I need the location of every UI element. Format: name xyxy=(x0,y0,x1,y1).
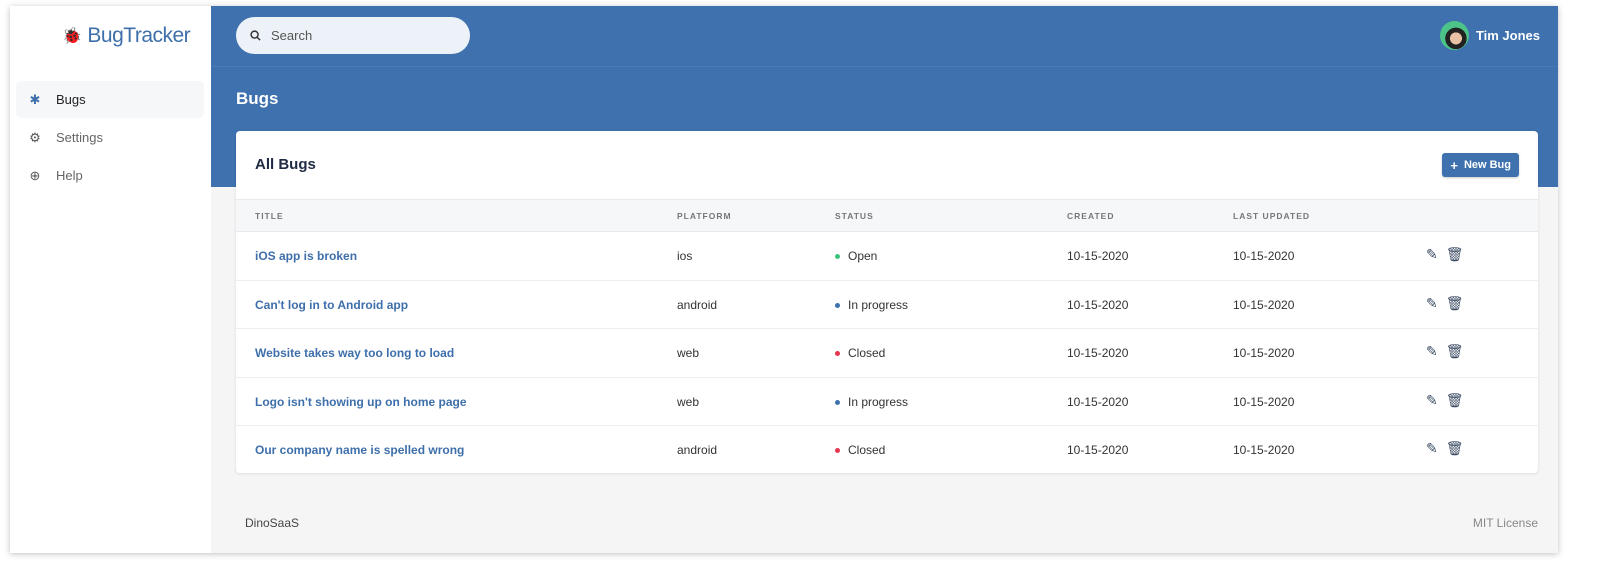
bug-title-link[interactable]: Our company name is spelled wrong xyxy=(255,443,464,457)
lifebuoy-icon: ⊕ xyxy=(29,167,41,183)
edit-icon[interactable]: ✎ xyxy=(1426,246,1438,263)
platform-cell: android xyxy=(677,443,718,457)
trash-icon[interactable]: 🗑 xyxy=(1446,440,1464,457)
bugs-card: All Bugs + New Bug TITLE PLATFORM STATUS … xyxy=(236,131,1538,473)
bug-title-link[interactable]: Logo isn't showing up on home page xyxy=(255,395,467,409)
bug-title-link[interactable]: iOS app is broken xyxy=(255,249,357,263)
edit-icon[interactable]: ✎ xyxy=(1426,343,1438,360)
platform-cell: web xyxy=(677,346,700,360)
trash-icon[interactable]: 🗑 xyxy=(1446,295,1464,312)
status-dot xyxy=(835,302,840,308)
logo[interactable]: 🐞 BugTracker xyxy=(62,24,191,48)
sidebar-item-bugs[interactable]: ✱ Bugs xyxy=(16,81,204,118)
app-window: 🐞 BugTracker ✱ Bugs ⚙ Settings ⊕ Help Searc… xyxy=(10,6,1558,553)
trash-icon[interactable]: 🗑 xyxy=(1446,343,1464,360)
created-cell: 10-15-2020 xyxy=(1067,346,1129,360)
created-cell: 10-15-2020 xyxy=(1067,443,1129,457)
table-header: TITLE PLATFORM STATUS CREATED LAST UPDAT… xyxy=(236,199,1538,232)
platform-cell: android xyxy=(677,297,718,312)
sidebar: 🐞 BugTracker ✱ Bugs ⚙ Settings ⊕ Help xyxy=(10,6,211,553)
status-cell: In progress xyxy=(835,298,908,312)
topbar: Search Tim Jones xyxy=(211,6,1558,67)
updated-cell: 10-15-2020 xyxy=(1233,297,1295,312)
status-dot xyxy=(835,448,840,454)
edit-icon[interactable]: ✎ xyxy=(1426,295,1438,312)
plus-icon: + xyxy=(1450,157,1458,173)
updated-cell: 10-15-2020 xyxy=(1233,443,1295,457)
avatar xyxy=(1439,21,1469,50)
trash-icon[interactable]: 🗑 xyxy=(1446,392,1464,409)
status-cell: In progress xyxy=(835,395,908,409)
updated-cell: 10-15-2020 xyxy=(1233,249,1295,263)
updated-cell: 10-15-2020 xyxy=(1233,346,1295,360)
search-icon xyxy=(250,30,261,41)
gear-icon: ⚙ xyxy=(29,129,41,145)
page-title: Bugs xyxy=(236,89,279,108)
status-dot xyxy=(835,399,840,405)
table-row: Website takes way too long to load web C… xyxy=(236,329,1538,378)
sidebar-item-help[interactable]: ⊕ Help xyxy=(16,157,204,194)
ladybug-icon: 🐞 xyxy=(62,28,82,45)
new-bug-button[interactable]: + New Bug xyxy=(1442,153,1519,177)
column-header-created[interactable]: CREATED xyxy=(1067,211,1114,221)
footer-license-link[interactable]: MIT License xyxy=(1473,516,1538,530)
search-input[interactable]: Search xyxy=(236,17,470,54)
table-row: Logo isn't showing up on home page web I… xyxy=(236,378,1538,426)
column-header-status[interactable]: STATUS xyxy=(835,211,874,221)
platform-cell: web xyxy=(677,394,700,409)
bug-icon: ✱ xyxy=(29,91,41,107)
table-row: Can't log in to Android app android In p… xyxy=(236,281,1538,329)
table-row: iOS app is broken ios Open 10-15-2020 10… xyxy=(236,232,1538,281)
platform-cell: ios xyxy=(677,249,693,263)
table-row: Our company name is spelled wrong androi… xyxy=(236,426,1538,475)
status-cell: Open xyxy=(835,249,877,263)
edit-icon[interactable]: ✎ xyxy=(1426,392,1438,409)
card-title: All Bugs xyxy=(255,156,316,173)
status-cell: Closed xyxy=(835,346,885,360)
column-header-last-updated[interactable]: LAST UPDATED xyxy=(1233,211,1310,221)
bug-title-link[interactable]: Website takes way too long to load xyxy=(255,346,454,360)
status-cell: Closed xyxy=(835,443,885,457)
footer-brand: DinoSaaS xyxy=(245,516,300,530)
column-header-platform[interactable]: PLATFORM xyxy=(677,211,732,221)
bug-title-link[interactable]: Can't log in to Android app xyxy=(255,298,408,312)
trash-icon[interactable]: 🗑 xyxy=(1446,246,1464,263)
status-dot xyxy=(835,254,840,260)
created-cell: 10-15-2020 xyxy=(1067,249,1129,263)
updated-cell: 10-15-2020 xyxy=(1233,394,1295,409)
column-header-title[interactable]: TITLE xyxy=(255,211,284,221)
edit-icon[interactable]: ✎ xyxy=(1426,440,1438,457)
sidebar-nav: ✱ Bugs ⚙ Settings ⊕ Help xyxy=(16,81,204,195)
created-cell: 10-15-2020 xyxy=(1067,297,1129,312)
status-dot xyxy=(835,351,840,357)
sidebar-item-settings[interactable]: ⚙ Settings xyxy=(16,119,204,156)
user-menu[interactable]: Tim Jones xyxy=(1439,21,1540,50)
created-cell: 10-15-2020 xyxy=(1067,394,1129,409)
